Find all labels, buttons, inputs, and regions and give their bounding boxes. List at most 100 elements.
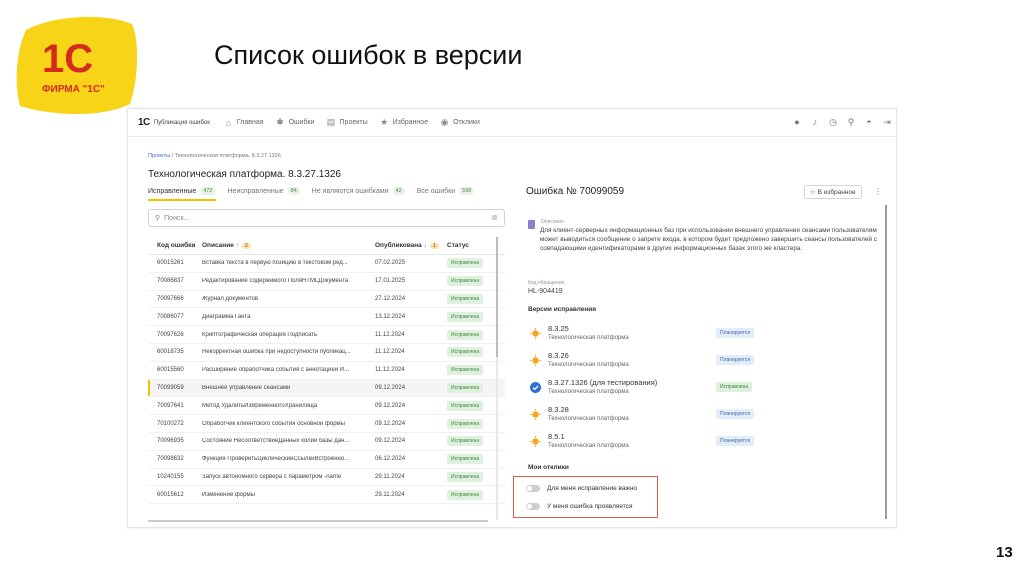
cell-desc: Запуск автономного сервера с параметром … xyxy=(202,473,342,480)
col-code[interactable]: Код ошибки xyxy=(148,242,202,249)
feedback-title: Мои отклики xyxy=(528,464,569,471)
search-input[interactable]: ⚲ Поиск... ⊗ xyxy=(148,209,505,227)
col-desc[interactable]: Описание ↑ 2 xyxy=(202,242,375,249)
toggle-reproduces[interactable]: У меня ошибка проявляется xyxy=(526,500,656,512)
cell-desc: Внешнее управление сеансами xyxy=(202,384,291,391)
status-badge: Исправлена xyxy=(447,471,484,482)
breadcrumb-root[interactable]: Проекты xyxy=(148,153,170,159)
table-row[interactable]: 70097641 Метод УдалитьИзВременногоХранили… xyxy=(148,397,505,416)
toggle-important[interactable]: Для меня исправление важно xyxy=(526,482,656,494)
app-topbar: 1С Публикация ошибок ⌂ Главная ✱ Ошибки ▤ П… xyxy=(128,109,896,137)
table-row[interactable]: 60015261 Вставка текста в первую позицию … xyxy=(148,255,505,273)
cell-code: 70096935 xyxy=(157,438,184,445)
version-name[interactable]: 8.3.28 xyxy=(548,405,569,414)
toggle-switch[interactable] xyxy=(526,502,540,510)
nav-feedback[interactable]: ◉ Отклики xyxy=(440,117,480,127)
table-row[interactable]: 70086077 Диаграмма Ганта 13.12.2024 Исправл… xyxy=(148,308,505,327)
cell-code: 70086077 xyxy=(157,313,184,320)
tab-not-bugs[interactable]: Не являются ошибками 42 xyxy=(312,185,405,201)
nav-favorites[interactable]: ★ Избранное xyxy=(380,117,428,127)
version-sub: Технологическая платформа xyxy=(548,335,629,341)
user-icon[interactable]: ◓ xyxy=(864,117,874,127)
clear-icon[interactable]: ⊗ xyxy=(491,213,498,222)
col-published[interactable]: Опубликована ↓ 1 xyxy=(375,242,447,249)
tab-label: Не являются ошибками xyxy=(311,187,389,195)
table-row[interactable]: 60015612 Изменение формы 29.11.2024 Исправл… xyxy=(148,486,505,505)
version-name[interactable]: 8.3.27.1326 (для тестирования) xyxy=(548,378,657,387)
nav-feedback-label: Отклики xyxy=(453,119,480,126)
table-row[interactable]: 70100272 Обработчик клиентского события о… xyxy=(148,415,505,433)
cell-date: 11.12.2024 xyxy=(375,367,405,374)
logo-brand: 1С xyxy=(42,37,93,81)
nav-home[interactable]: ⌂ Главная xyxy=(224,118,264,128)
status-badge: Исправлена xyxy=(447,311,484,322)
cell-code: 70097641 xyxy=(157,402,184,409)
app-brand-sub: Публикация ошибок xyxy=(153,119,210,126)
toggle-switch[interactable] xyxy=(526,484,540,492)
slide: 1С ФИРМА "1С" Список ошибок в версии 1С … xyxy=(0,0,1024,574)
cell-desc: Некорректная ошибка при недоступности пу… xyxy=(202,349,351,356)
status-badge: Исправлена xyxy=(447,258,484,269)
table-hscrollbar[interactable] xyxy=(148,520,488,522)
cell-date: 07.02.2025 xyxy=(375,260,406,267)
detail-scrollbar[interactable] xyxy=(885,205,887,519)
history-icon[interactable]: ◷ xyxy=(828,117,838,127)
sun-icon xyxy=(530,409,541,420)
cell-date: 06.12.2024 xyxy=(375,456,406,463)
table-row[interactable]: 70099059 Внешнее управление сеансами 09.12… xyxy=(148,379,505,398)
add-favorite-button[interactable]: ☆ В избранное xyxy=(804,185,862,199)
nav-bugs[interactable]: ✱ Ошибки xyxy=(276,117,315,127)
table-header: Код ошибки Описание ↑ 2 Опубликована ↓ 1 С… xyxy=(148,237,505,255)
tab-label: Исправленные xyxy=(148,187,197,195)
slide-title: Список ошибок в версии xyxy=(214,40,523,70)
table-row[interactable]: 60015560 Расширение обработчика события с… xyxy=(148,362,505,380)
sun-icon xyxy=(530,436,541,447)
cell-date: 17.01.2025 xyxy=(375,278,406,285)
cell-desc: Состояние НесоответствиеДанных колии баз… xyxy=(202,438,350,445)
toggle-label: Для меня исправление важно xyxy=(547,484,638,492)
table-row[interactable]: 70096935 Состояние НесоответствиеДанных к… xyxy=(148,433,505,451)
search-icon[interactable]: ⚲ xyxy=(846,117,856,127)
tab-count: 84 xyxy=(287,187,300,195)
table-row[interactable]: 70086837 Редактирование содержимого ПоляH… xyxy=(148,273,505,291)
logout-icon[interactable]: ⇥ xyxy=(882,117,892,127)
app-window: 1С Публикация ошибок ⌂ Главная ✱ Ошибки ▤ П… xyxy=(127,108,897,528)
col-desc-label: Описание xyxy=(202,242,234,249)
star-icon: ★ xyxy=(380,117,389,127)
tab-unfixed[interactable]: Неисправленные 84 xyxy=(228,185,300,201)
app-brand[interactable]: 1С xyxy=(138,117,150,128)
tab-all[interactable]: Все ошибки 598 xyxy=(417,185,475,201)
version-status-badge: Планируется xyxy=(716,436,755,446)
nav-projects[interactable]: ▤ Проекты xyxy=(326,117,368,127)
version-name[interactable]: 8.5.1 xyxy=(548,432,565,441)
table-row[interactable]: 70097666 Журнал документов 27.12.2024 Испра… xyxy=(148,291,505,309)
cell-date: 29.11.2024 xyxy=(375,491,405,498)
page-number: 13 xyxy=(996,544,1013,561)
nav-bugs-label: Ошибки xyxy=(288,119,315,126)
cell-code: 70100272 xyxy=(157,420,184,427)
info-icon[interactable]: ● xyxy=(792,117,802,127)
sun-icon xyxy=(530,355,541,366)
table-row[interactable]: 70098632 Функция ПроверитьЦиклическиеСсыл… xyxy=(148,451,505,469)
table-row[interactable]: 60018735 Некорректная ошибка при недоступ… xyxy=(148,344,505,362)
cell-date: 11.12.2024 xyxy=(375,331,405,338)
cell-date: 11.12.2024 xyxy=(375,349,405,356)
status-badge: Исправлена xyxy=(447,329,484,340)
code-value: HL-904419 xyxy=(528,288,563,295)
version-sub: Технологическая платформа xyxy=(548,389,629,395)
status-badge: Исправлена xyxy=(447,382,484,393)
table-row[interactable]: 70097626 Криптографическая операция Подпи… xyxy=(148,326,505,344)
tab-fixed[interactable]: Исправленные 472 xyxy=(148,185,216,201)
cell-code: 60015612 xyxy=(157,491,184,498)
version-name[interactable]: 8.3.25 xyxy=(548,324,569,333)
more-icon[interactable]: ⋮ xyxy=(874,187,882,196)
projects-icon: ▤ xyxy=(326,117,336,127)
bell-icon[interactable]: ♪ xyxy=(810,117,820,127)
bugs-table: Код ошибки Описание ↑ 2 Опубликована ↓ 1 С… xyxy=(148,237,505,505)
table-row[interactable]: 10240155 Запуск автономного сервера с пар… xyxy=(148,469,505,487)
tab-label: Все ошибки xyxy=(416,187,456,195)
version-name[interactable]: 8.3.26 xyxy=(548,351,569,360)
sort-down-icon: ↓ xyxy=(423,242,427,249)
table-scroll-thumb[interactable] xyxy=(496,237,498,357)
cell-desc: Метод УдалитьИзВременногоХранилища xyxy=(202,402,318,409)
